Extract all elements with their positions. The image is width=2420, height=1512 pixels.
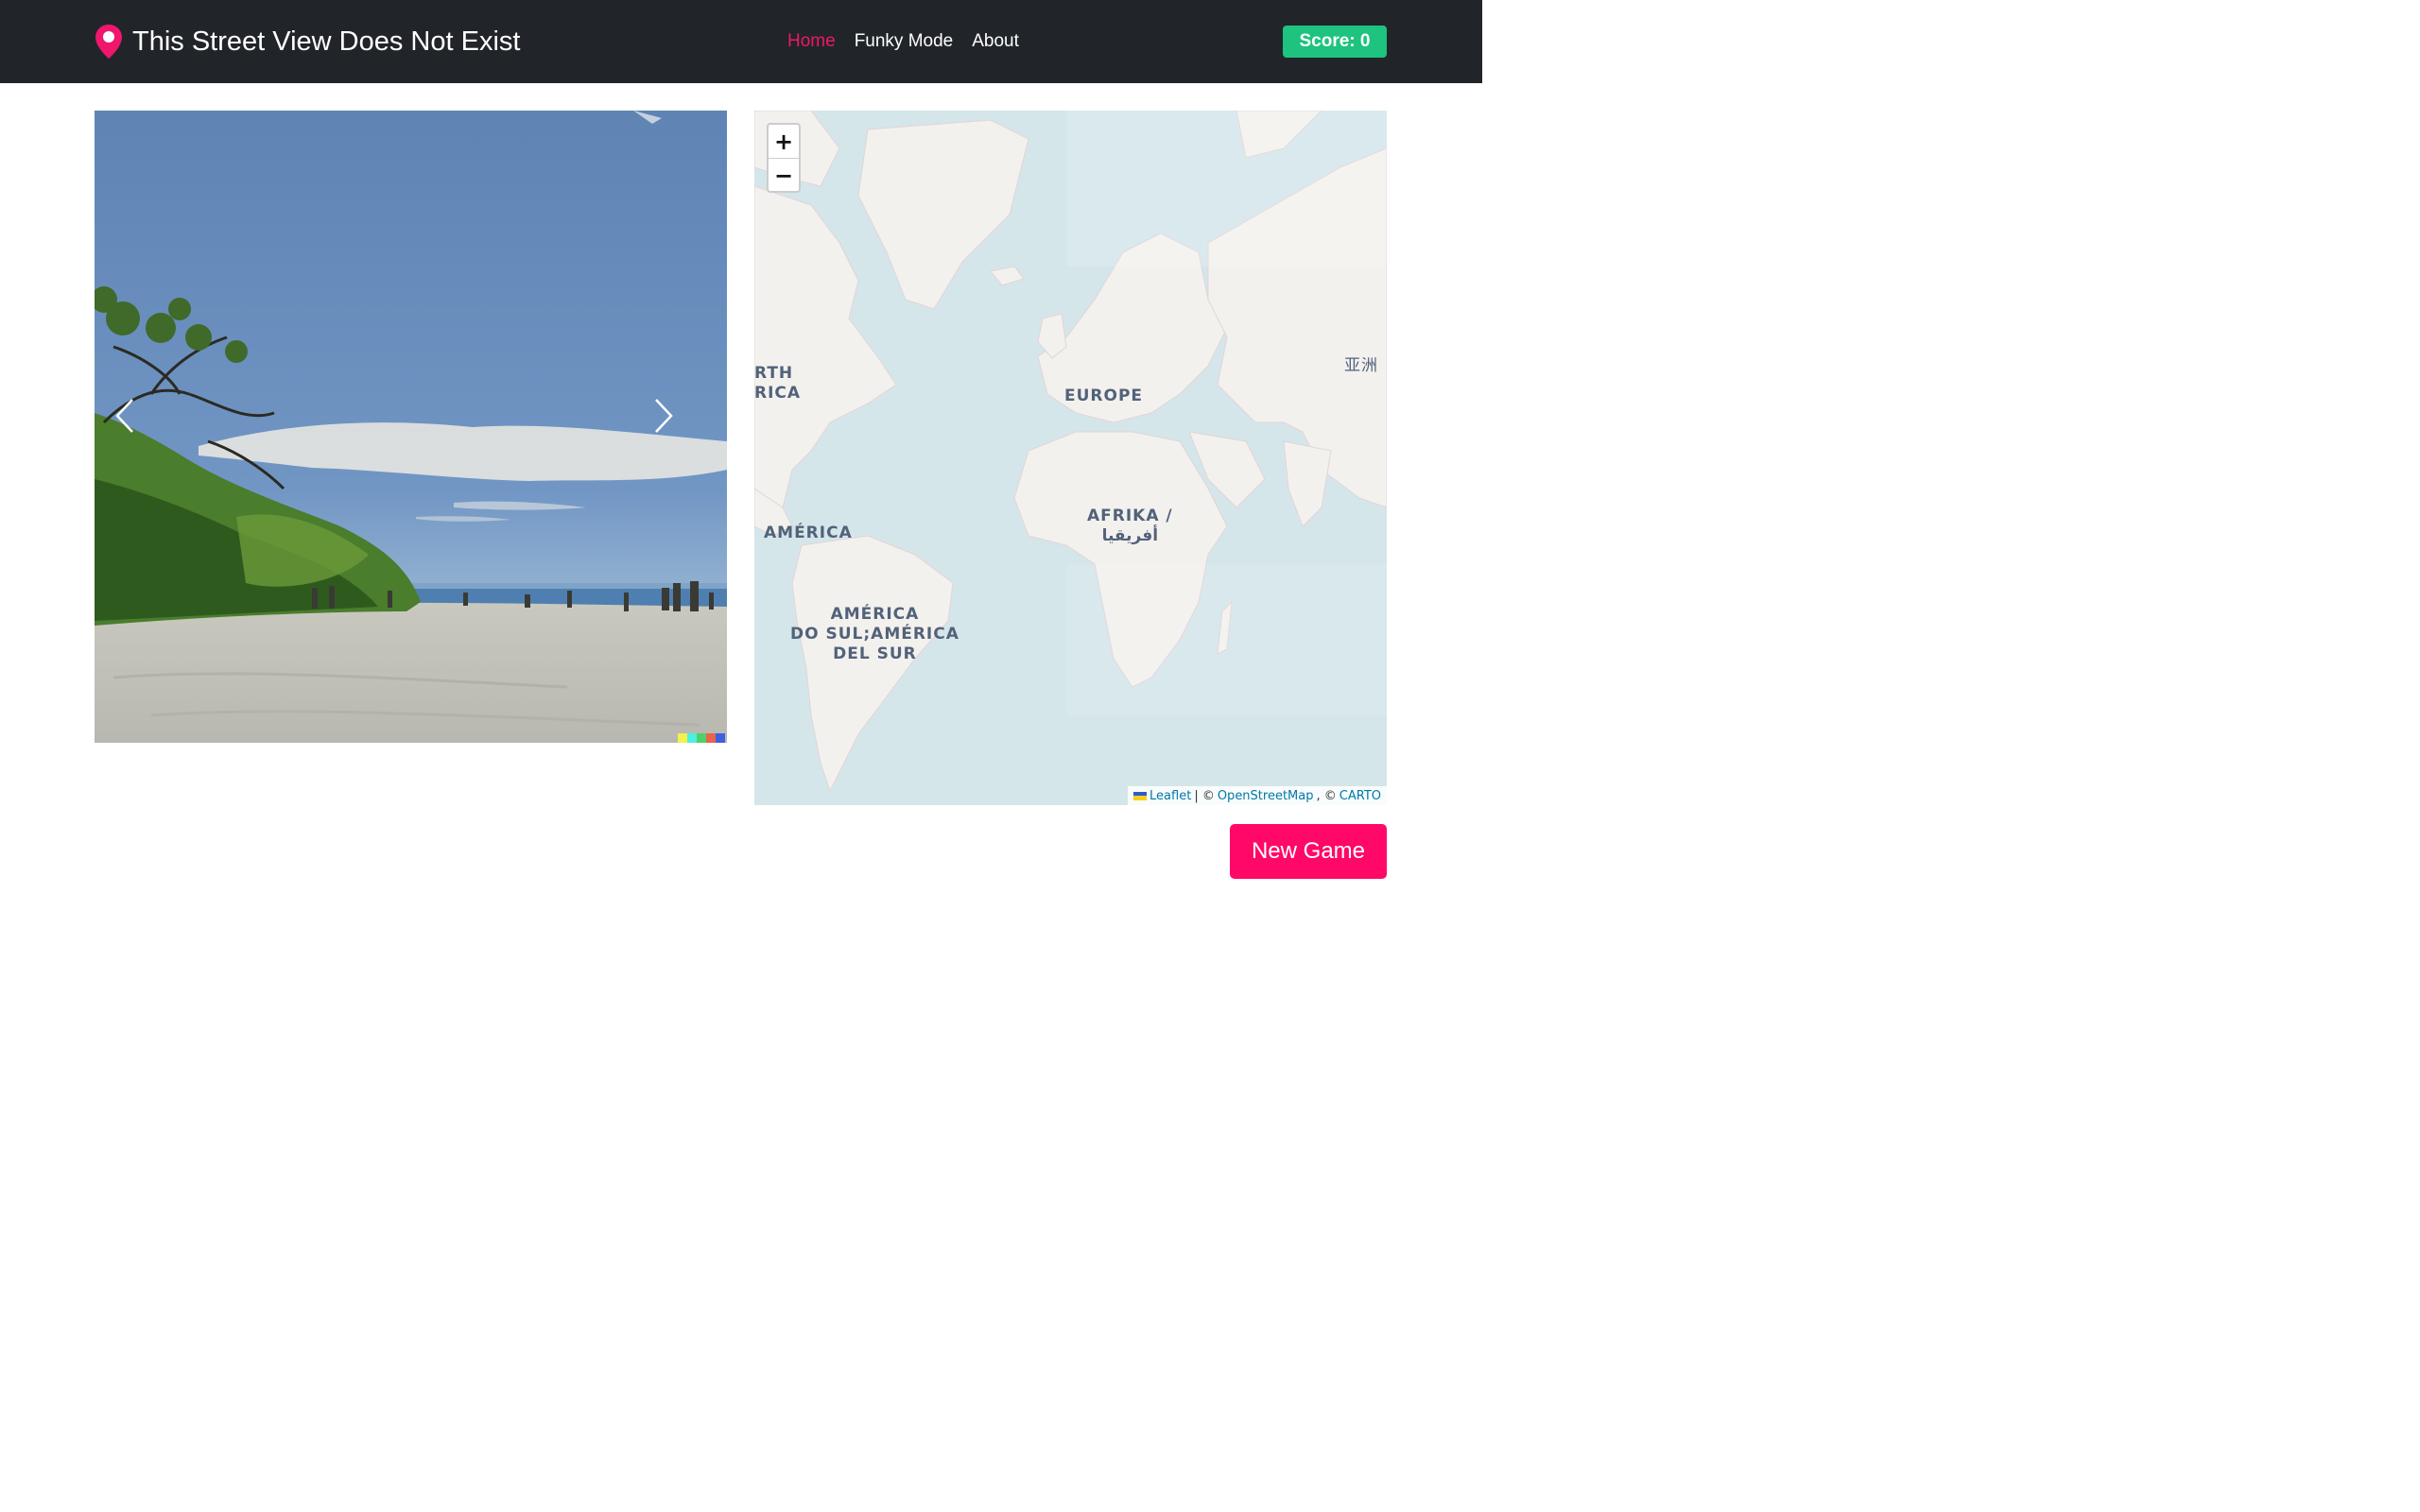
brand-link[interactable]: This Street View Does Not Exist: [95, 23, 520, 60]
label-africa: AFRIKA / أفريقيا: [1087, 507, 1173, 545]
carousel-next-button[interactable]: [652, 397, 709, 457]
label-south-america: AMÉRICA DO SUL;AMÉRICA DEL SUR: [790, 605, 959, 663]
carousel-indicators: [678, 733, 725, 743]
ukraine-flag-icon: [1133, 791, 1148, 800]
carousel-prev-button[interactable]: [113, 397, 170, 457]
label-north-america: RTH RICA: [754, 364, 802, 403]
indicator-2[interactable]: [687, 733, 697, 743]
leaflet-link[interactable]: Leaflet: [1150, 789, 1191, 803]
zoom-out-button[interactable]: −: [769, 159, 799, 192]
navbar: This Street View Does Not Exist Home Fun…: [0, 0, 1482, 83]
label-central-america: AMÉRICA: [764, 524, 853, 542]
map-pin-icon: [95, 24, 123, 60]
zoom-in-button[interactable]: +: [769, 125, 799, 159]
attribution-separator: | ©: [1194, 788, 1215, 803]
nav-home-link[interactable]: Home: [787, 28, 836, 55]
street-view-image: [95, 111, 727, 743]
indicator-5[interactable]: [716, 733, 725, 743]
openstreetmap-link[interactable]: OpenStreetMap: [1218, 789, 1314, 803]
label-asia: 亚洲: [1344, 356, 1378, 375]
indicator-4[interactable]: [706, 733, 716, 743]
brand-title: This Street View Does Not Exist: [132, 26, 521, 57]
map-zoom-control: + −: [767, 123, 801, 193]
world-map[interactable]: + − RTH RICA EUROPE 亚洲 AFRIKA / أفريقيا …: [754, 111, 1387, 805]
carto-link[interactable]: CARTO: [1340, 789, 1381, 803]
map-attribution: Leaflet | © OpenStreetMap , © CARTO: [1128, 786, 1387, 805]
attribution-comma: , ©: [1316, 788, 1337, 803]
nav-about-link[interactable]: About: [972, 28, 1019, 55]
indicator-3[interactable]: [697, 733, 706, 743]
main-nav: Home Funky Mode About: [787, 28, 1019, 55]
nav-funky-mode-link[interactable]: Funky Mode: [855, 28, 954, 55]
new-game-button[interactable]: New Game: [1230, 824, 1387, 879]
score-badge: Score: 0: [1283, 26, 1387, 58]
label-europe: EUROPE: [1064, 387, 1144, 405]
indicator-1[interactable]: [678, 733, 687, 743]
map-tiles: [754, 111, 1387, 805]
street-view-carousel: [95, 111, 727, 743]
